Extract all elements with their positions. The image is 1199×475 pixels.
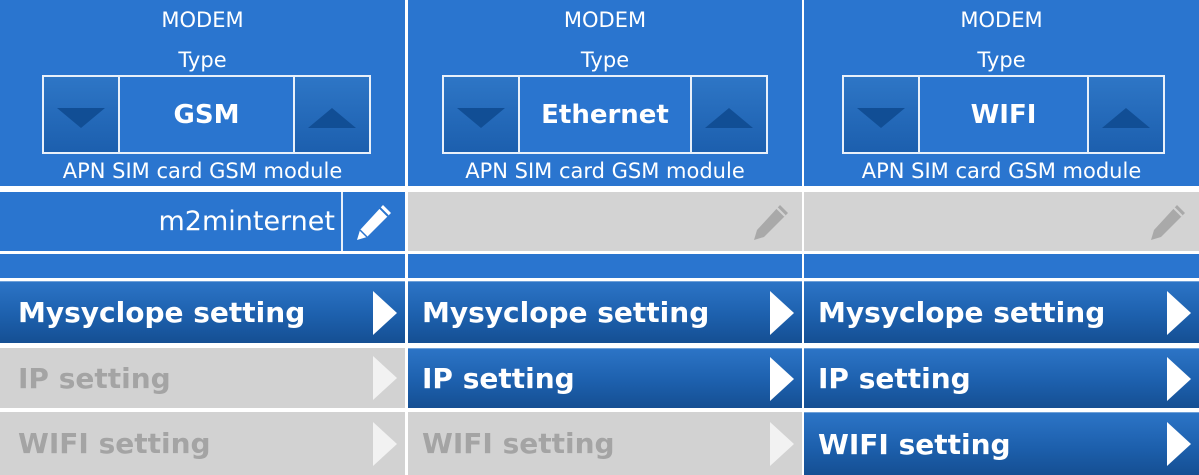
triangle-up-icon xyxy=(705,107,753,128)
menu-item-label: WIFI setting xyxy=(18,427,211,460)
chevron-right-icon xyxy=(1167,290,1191,335)
apn-field xyxy=(804,192,1199,251)
next-type-button[interactable] xyxy=(1087,77,1163,152)
apn-caption: APN SIM card GSM module xyxy=(62,159,343,183)
menu-item-label: Mysyclope setting xyxy=(818,296,1106,329)
chevron-right-icon xyxy=(373,356,397,400)
modem-panel: MODEM Type GSM APN SIM card GSM module xyxy=(0,0,405,186)
chevron-right-icon xyxy=(1167,356,1191,401)
menu-item-wifi-setting: WIFI setting xyxy=(408,412,802,475)
chevron-right-icon xyxy=(373,421,397,466)
apn-value: m2minternet xyxy=(158,206,335,237)
modem-screen-wifi: MODEM Type WIFI APN SIM card GSM module … xyxy=(804,0,1199,475)
modem-screen-ethernet: MODEM Type Ethernet APN SIM card GSM mod… xyxy=(408,0,802,475)
apn-caption: APN SIM card GSM module xyxy=(465,159,745,183)
next-type-button[interactable] xyxy=(293,77,369,152)
pencil-icon xyxy=(754,204,788,240)
menu-item-mysyclope-setting[interactable]: Mysyclope setting xyxy=(0,281,405,343)
menu-item-label: WIFI setting xyxy=(818,427,1011,461)
modem-title: MODEM xyxy=(960,8,1043,32)
pencil-icon xyxy=(357,204,391,240)
pencil-icon xyxy=(1151,204,1185,240)
chevron-right-icon xyxy=(770,356,794,401)
modem-panel: MODEM Type Ethernet APN SIM card GSM mod… xyxy=(408,0,802,186)
menu-item-ip-setting: IP setting xyxy=(0,348,405,408)
modem-type-label: Type xyxy=(977,48,1026,72)
triangle-down-icon xyxy=(457,107,505,128)
menu-item-mysyclope-setting[interactable]: Mysyclope setting xyxy=(408,281,802,343)
modem-type-selector: WIFI xyxy=(842,75,1165,154)
chevron-right-icon xyxy=(770,421,794,466)
triangle-down-icon xyxy=(57,107,105,128)
modem-type-value: GSM xyxy=(173,99,240,130)
modem-type-value: Ethernet xyxy=(541,99,669,130)
modem-title: MODEM xyxy=(563,8,647,32)
menu-item-ip-setting[interactable]: IP setting xyxy=(804,348,1199,408)
triangle-down-icon xyxy=(857,107,905,128)
menu-item-wifi-setting: WIFI setting xyxy=(0,412,405,475)
apn-field[interactable]: m2minternet xyxy=(0,192,405,251)
chevron-right-icon xyxy=(1167,422,1191,466)
modem-type-selector: Ethernet xyxy=(442,75,768,154)
edit-apn-button[interactable] xyxy=(341,192,405,251)
separator-band xyxy=(408,254,802,278)
apn-field xyxy=(408,192,802,251)
apn-caption: APN SIM card GSM module xyxy=(861,159,1142,183)
menu-item-wifi-setting[interactable]: WIFI setting xyxy=(804,412,1199,475)
triangle-up-icon xyxy=(1102,107,1150,128)
previous-type-button[interactable] xyxy=(844,77,920,152)
previous-type-button[interactable] xyxy=(44,77,120,152)
modem-screen-gsm: MODEM Type GSM APN SIM card GSM module m… xyxy=(0,0,405,475)
previous-type-button[interactable] xyxy=(444,77,520,152)
separator-band xyxy=(0,254,405,278)
modem-panel: MODEM Type WIFI APN SIM card GSM module xyxy=(804,0,1199,186)
menu-item-label: WIFI setting xyxy=(422,427,615,460)
menu-item-label: IP setting xyxy=(422,362,575,395)
menu-item-label: IP setting xyxy=(818,362,971,395)
menu-item-label: IP setting xyxy=(18,361,171,395)
modem-type-label: Type xyxy=(580,48,630,72)
edit-apn-button xyxy=(1137,192,1199,251)
menu-item-mysyclope-setting[interactable]: Mysyclope setting xyxy=(804,281,1199,343)
modem-type-value: WIFI xyxy=(970,99,1037,130)
modem-title: MODEM xyxy=(161,8,244,32)
chevron-right-icon xyxy=(373,290,397,335)
triangle-up-icon xyxy=(308,107,356,128)
menu-item-label: Mysyclope setting xyxy=(18,296,306,329)
menu-item-label: Mysyclope setting xyxy=(422,296,710,329)
next-type-button[interactable] xyxy=(690,77,766,152)
modem-type-selector: GSM xyxy=(42,75,371,154)
separator-band xyxy=(804,254,1199,278)
chevron-right-icon xyxy=(770,290,794,335)
menu-item-ip-setting[interactable]: IP setting xyxy=(408,348,802,408)
edit-apn-button xyxy=(740,192,802,251)
modem-type-label: Type xyxy=(178,48,227,72)
